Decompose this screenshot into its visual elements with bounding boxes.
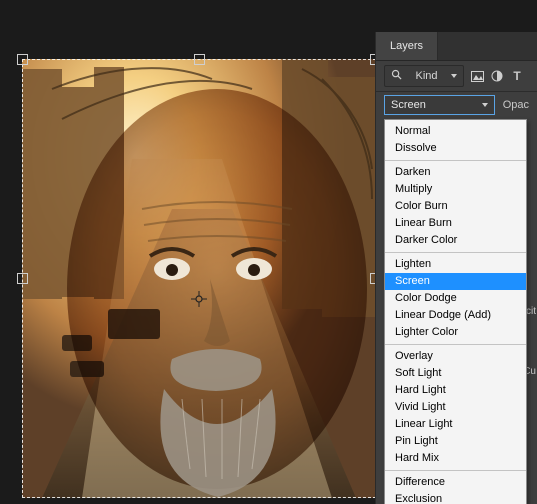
chevron-down-icon (482, 103, 488, 107)
panel-tab-bar: Layers (376, 32, 537, 61)
layer-filter-kind-select[interactable]: Kind (384, 65, 464, 87)
search-icon (391, 69, 402, 83)
blend-mode-option[interactable]: Overlay (385, 348, 526, 365)
filter-type-icon[interactable]: T (510, 69, 524, 83)
blend-mode-option[interactable]: Difference (385, 474, 526, 491)
kind-label: Kind (415, 70, 437, 82)
filter-image-icon[interactable] (470, 69, 484, 83)
blend-mode-option[interactable]: Color Burn (385, 198, 526, 215)
blend-mode-option[interactable]: Vivid Light (385, 399, 526, 416)
transform-handle-n[interactable] (194, 54, 205, 65)
blend-mode-select[interactable]: Screen (384, 95, 495, 115)
transform-handle-w[interactable] (17, 273, 28, 284)
opacity-label: Opac (503, 99, 529, 111)
layer-filter-row: Kind T (376, 61, 537, 92)
blend-mode-option[interactable]: Exclusion (385, 491, 526, 504)
blend-mode-option[interactable]: Linear Light (385, 416, 526, 433)
blend-mode-option[interactable]: Linear Burn (385, 215, 526, 232)
composite-svg (22, 59, 376, 498)
blend-mode-option[interactable]: Lighten (385, 256, 526, 273)
blend-mode-option[interactable]: Pin Light (385, 433, 526, 450)
filter-adjustment-icon[interactable] (490, 69, 504, 83)
blend-mode-dropdown[interactable]: NormalDissolveDarkenMultiplyColor BurnLi… (384, 119, 527, 504)
blend-mode-option[interactable]: Screen (385, 273, 526, 290)
blend-mode-option[interactable]: Lighter Color (385, 324, 526, 341)
blend-mode-option[interactable]: Hard Mix (385, 450, 526, 467)
blend-mode-row: Screen Opac (376, 92, 537, 118)
blend-mode-option[interactable]: Normal (385, 123, 526, 140)
transform-handle-nw[interactable] (17, 54, 28, 65)
blend-mode-option[interactable]: Dissolve (385, 140, 526, 157)
transform-center-icon[interactable] (191, 291, 207, 307)
chevron-down-icon (451, 74, 457, 78)
blend-mode-option[interactable]: Color Dodge (385, 290, 526, 307)
blend-mode-option[interactable]: Hard Light (385, 382, 526, 399)
blend-mode-option[interactable]: Multiply (385, 181, 526, 198)
blend-mode-option[interactable]: Darken (385, 164, 526, 181)
blend-mode-option[interactable]: Soft Light (385, 365, 526, 382)
tab-layers[interactable]: Layers (376, 32, 438, 60)
blend-mode-option[interactable]: Linear Dodge (Add) (385, 307, 526, 324)
canvas-area[interactable] (22, 59, 376, 498)
document-image (22, 59, 376, 498)
blend-mode-value: Screen (391, 99, 426, 111)
side-hint: cit (526, 306, 536, 317)
blend-mode-option[interactable]: Darker Color (385, 232, 526, 249)
tab-label: Layers (390, 40, 423, 52)
